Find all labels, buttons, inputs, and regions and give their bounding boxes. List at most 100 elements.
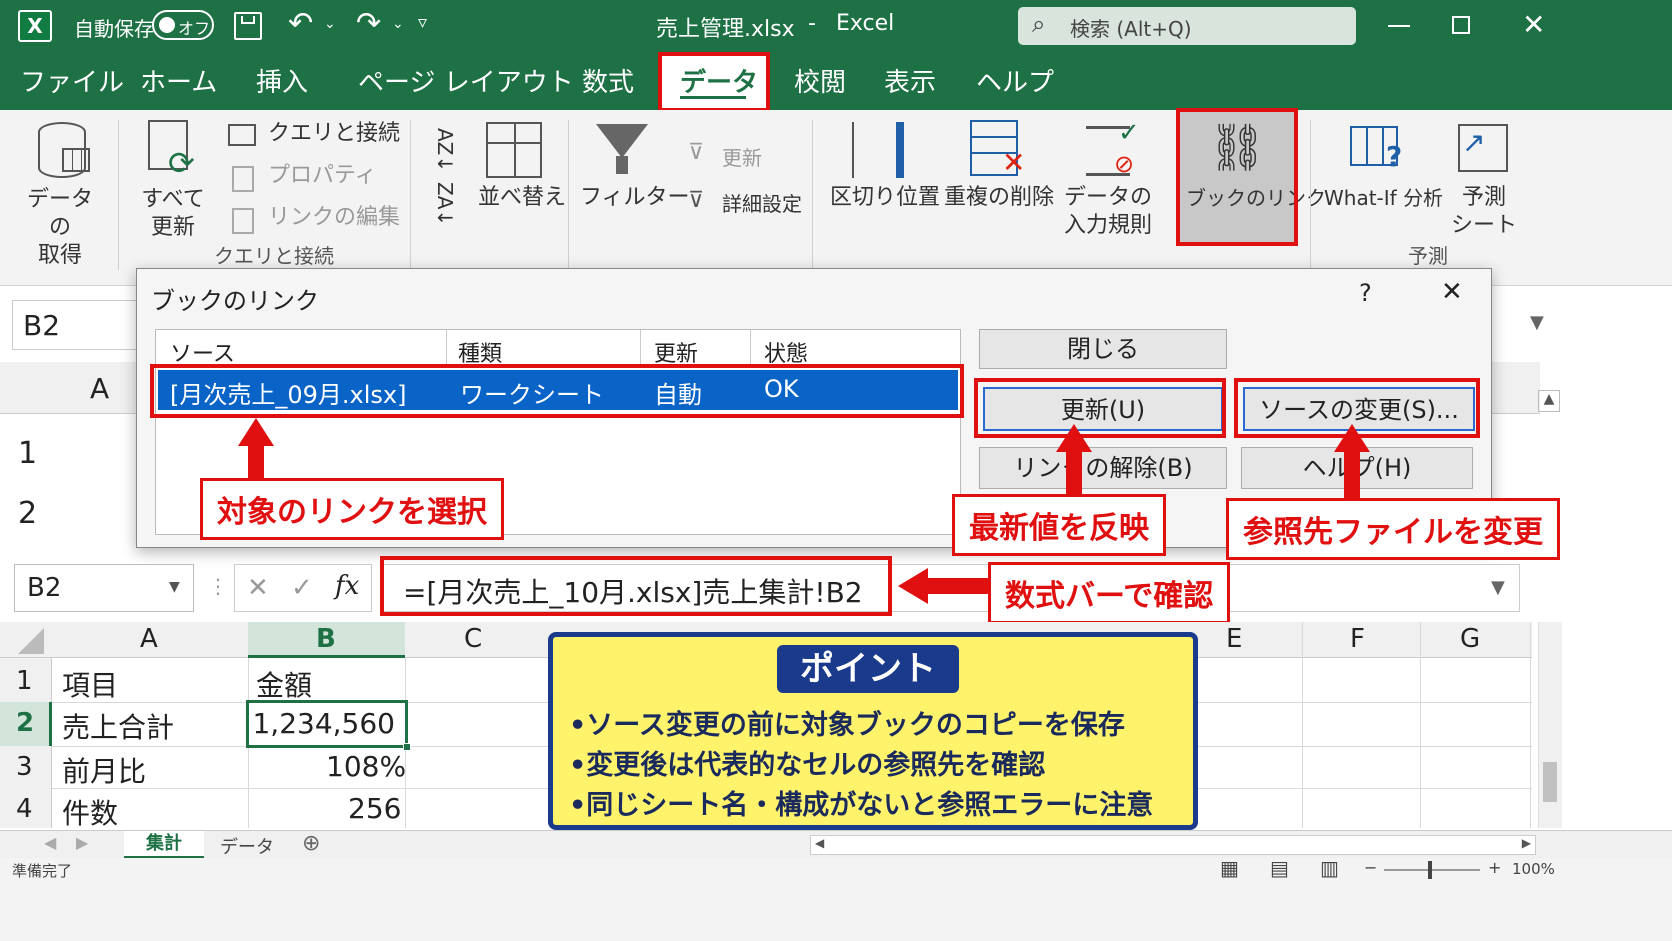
zoom-out-icon[interactable]: −: [1364, 858, 1377, 877]
get-data-button[interactable]: データの 取得: [18, 186, 102, 270]
workbook-links-highlight: [1176, 108, 1298, 246]
col-header-e[interactable]: E: [1226, 624, 1242, 654]
advanced-filter-icon: ⊽: [688, 188, 705, 213]
autosave-toggle[interactable]: オフ: [152, 10, 214, 40]
col-header-b[interactable]: B: [316, 624, 336, 654]
dialog-close-icon[interactable]: ✕: [1441, 277, 1463, 307]
tab-view[interactable]: 表示: [884, 62, 936, 99]
sheet-tab-bar: ◀ ▶ 集計 データ ⊕ ◀ ▶: [0, 830, 1672, 859]
undo-dropdown-icon[interactable]: ⌄: [324, 16, 336, 32]
sort-az-icon[interactable]: AZ↓: [433, 128, 457, 172]
point-item-1: •ソース変更の前に対象ブックのコピーを保存: [569, 710, 1125, 741]
forecast-sheet-button[interactable]: 予測 シート: [1448, 184, 1520, 240]
data-validation-button[interactable]: データの 入力規則: [1062, 184, 1154, 240]
vertical-scrollbar[interactable]: [1538, 622, 1562, 828]
row-header-1[interactable]: 1: [16, 666, 33, 696]
namebox[interactable]: B2 ▼: [14, 564, 194, 612]
cell-b3[interactable]: 108%: [326, 750, 406, 783]
dialog-title: ブックのリンク: [151, 287, 319, 315]
save-icon[interactable]: [234, 12, 262, 40]
col-header-c[interactable]: C: [464, 624, 482, 654]
filter-button[interactable]: フィルター: [580, 184, 690, 212]
no-entry-icon: ⊘: [1114, 150, 1135, 178]
zoom-slider[interactable]: [1384, 861, 1480, 879]
tab-insert[interactable]: 挿入: [256, 62, 308, 99]
col-header-g[interactable]: G: [1460, 624, 1480, 654]
page-break-view-icon[interactable]: ▥: [1320, 856, 1339, 880]
arrow-select-stem: [248, 444, 264, 480]
close-button[interactable]: 閉じる: [979, 329, 1227, 369]
arrow-change-icon: [1334, 424, 1370, 452]
cell-b4[interactable]: 256: [348, 792, 401, 825]
zoom-level[interactable]: 100%: [1512, 860, 1555, 878]
search-box[interactable]: ⌕ 検索 (Alt+Q): [1018, 7, 1356, 45]
row-2-top: 2: [18, 496, 38, 531]
row-header-4[interactable]: 4: [16, 794, 33, 824]
redo-dropdown-icon[interactable]: ⌄: [392, 16, 404, 32]
tab-formulas[interactable]: 数式: [582, 62, 634, 99]
cell-b2: 1,234,560: [252, 707, 395, 740]
status-bar: 準備完了 ▦ ▤ ▥ − + 100%: [0, 856, 1672, 882]
minimize-icon[interactable]: [1388, 25, 1410, 27]
scroll-up-icon[interactable]: ▲: [1538, 390, 1560, 412]
col-header-a[interactable]: A: [140, 624, 158, 654]
maximize-icon[interactable]: [1452, 16, 1470, 34]
cell-a1[interactable]: 項目: [62, 664, 118, 704]
filter-icon: [596, 124, 648, 158]
remove-duplicates-button[interactable]: 重複の削除: [944, 184, 1054, 212]
normal-view-icon[interactable]: ▦: [1220, 856, 1239, 880]
cell-a4[interactable]: 件数: [62, 792, 118, 832]
formula-expand-icon[interactable]: ▼: [1491, 577, 1505, 598]
check-icon: ✓: [1118, 118, 1140, 148]
group-forecast-label: 予測: [1408, 244, 1448, 268]
refresh-all-button[interactable]: すべて 更新: [128, 186, 218, 242]
properties-button[interactable]: プロパティ: [268, 162, 377, 190]
sheet-tab-summary[interactable]: 集計: [124, 831, 204, 859]
text-to-columns-button[interactable]: 区切り位置: [830, 184, 940, 212]
enter-icon[interactable]: ✓: [291, 573, 313, 603]
tab-home[interactable]: ホーム: [140, 62, 217, 99]
tab-help[interactable]: ヘルプ: [976, 62, 1054, 99]
cell-b1[interactable]: 金額: [256, 664, 312, 704]
cell-b2-selected[interactable]: 1,234,560: [246, 700, 411, 751]
row-header-2[interactable]: 2: [16, 708, 34, 738]
namebox-top-value: B2: [23, 309, 61, 342]
tab-prev-icon[interactable]: ◀: [44, 833, 56, 852]
zoom-in-icon[interactable]: +: [1488, 858, 1501, 877]
break-link-button[interactable]: リンクの解除(B): [979, 447, 1227, 489]
reapply-button[interactable]: 更新: [722, 144, 762, 172]
undo-icon[interactable]: ↶: [288, 6, 313, 41]
horizontal-scrollbar[interactable]: ◀ ▶: [810, 835, 1536, 855]
advanced-button[interactable]: 詳細設定: [722, 190, 802, 218]
point-item-2: •変更後は代表的なセルの参照先を確認: [569, 750, 1046, 781]
redo-icon[interactable]: ↷: [356, 6, 381, 41]
select-all-corner[interactable]: [18, 628, 44, 654]
tab-next-icon[interactable]: ▶: [76, 833, 88, 852]
sheet-tab-data[interactable]: データ: [220, 833, 274, 859]
tab-page-layout[interactable]: ページ レイアウト: [358, 62, 574, 99]
formula-dropdown-top-icon[interactable]: ▼: [1530, 312, 1544, 333]
fx-icon[interactable]: fx: [335, 571, 359, 601]
add-sheet-icon[interactable]: ⊕: [302, 831, 320, 856]
dialog-help-icon[interactable]: ?: [1359, 279, 1372, 307]
page-layout-view-icon[interactable]: ▤: [1270, 856, 1289, 880]
customize-qat-icon[interactable]: ▿: [418, 12, 427, 33]
row-header-3[interactable]: 3: [16, 752, 33, 782]
tab-file[interactable]: ファイル: [20, 62, 124, 99]
whatif-button[interactable]: What-If 分析: [1324, 184, 1443, 212]
cancel-icon[interactable]: ✕: [247, 573, 269, 603]
edit-links-button[interactable]: リンクの編集: [268, 204, 400, 232]
cell-a2[interactable]: 売上合計: [62, 706, 174, 746]
namebox-top[interactable]: B2: [12, 300, 142, 350]
search-icon: ⌕: [1032, 10, 1046, 38]
queries-connections-button[interactable]: クエリと接続: [268, 120, 400, 148]
col-header-f[interactable]: F: [1350, 624, 1365, 654]
sort-za-icon[interactable]: ZA↓: [433, 182, 457, 226]
namebox-dropdown-icon[interactable]: ▼: [169, 579, 180, 595]
sort-button[interactable]: 並べ替え: [478, 184, 566, 212]
cell-a3[interactable]: 前月比: [62, 750, 146, 790]
close-window-icon[interactable]: ✕: [1522, 8, 1545, 41]
tab-review[interactable]: 校閲: [794, 62, 846, 99]
status-ready: 準備完了: [12, 862, 73, 880]
refresh-arrows-icon: ⟳: [168, 144, 195, 182]
